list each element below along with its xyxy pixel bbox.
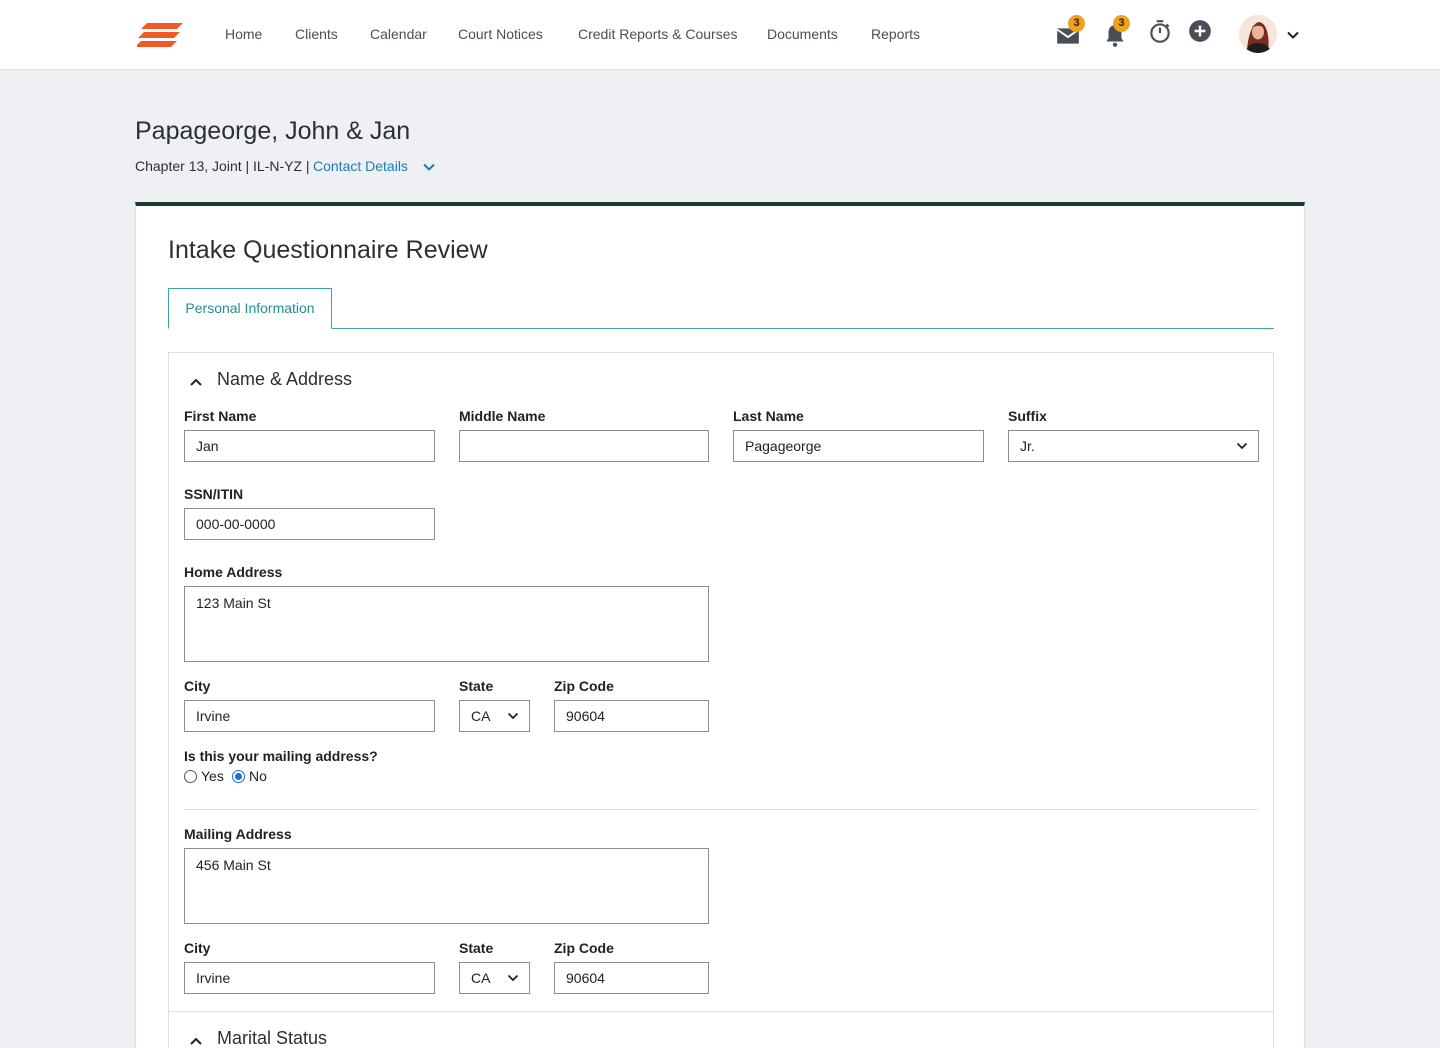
mailing-state-value: CA [471, 970, 491, 986]
nav-home[interactable]: Home [225, 26, 262, 42]
client-name: Papageorge, John & Jan [135, 117, 411, 145]
state-label: State [459, 678, 494, 694]
mailing-zip-label: Zip Code [554, 940, 614, 956]
chevron-down-icon [507, 712, 519, 720]
state-value: CA [471, 708, 491, 724]
chevron-down-icon [1236, 442, 1248, 450]
mailing-address-label: Mailing Address [184, 826, 292, 842]
suffix-value: Jr. [1020, 438, 1035, 454]
mailing-question-label: Is this your mailing address? [184, 748, 378, 764]
nav-credit-reports-courses[interactable]: Credit Reports & Courses [578, 26, 738, 42]
suffix-select[interactable]: Jr. [1008, 430, 1259, 462]
add-circle-icon[interactable] [1187, 18, 1213, 44]
section-title: Name & Address [217, 369, 353, 389]
mailing-yes-radio[interactable] [184, 770, 197, 783]
mailing-city-label: City [184, 940, 211, 956]
mailing-address-input[interactable]: 456 Main St [184, 848, 709, 924]
tab-personal-information[interactable]: Personal Information [168, 288, 332, 329]
brand-logo-icon[interactable] [137, 21, 185, 49]
nav-court-notices[interactable]: Court Notices [458, 26, 543, 42]
chevron-up-icon [190, 1037, 202, 1045]
mailing-city-input[interactable] [184, 962, 435, 994]
no-label: No [249, 768, 267, 784]
mailing-zip-input[interactable] [554, 962, 709, 994]
suffix-label: Suffix [1008, 408, 1047, 424]
intake-review-card: Intake Questionnaire Review Personal Inf… [135, 202, 1305, 1048]
zip-label: Zip Code [554, 678, 614, 694]
avatar-portrait-icon [1239, 15, 1277, 53]
mail-badge: 3 [1068, 15, 1085, 32]
home-address-label: Home Address [184, 564, 283, 580]
notification-badge: 3 [1113, 15, 1130, 32]
client-case-meta: Chapter 13, Joint | IL-N-YZ | [135, 158, 310, 174]
city-input[interactable] [184, 700, 435, 732]
user-avatar[interactable] [1239, 15, 1277, 53]
mailing-no-radio[interactable] [232, 770, 245, 783]
top-navigation: Home Clients Calendar Court Notices Cred… [0, 0, 1440, 70]
mailing-state-label: State [459, 940, 494, 956]
home-address-input[interactable]: 123 Main St [184, 586, 709, 662]
tabs-underline [168, 328, 1274, 329]
mailing-state-select[interactable]: CA [459, 962, 530, 994]
name-address-section: Name & Address First Name Middle Name La… [168, 352, 1274, 1012]
first-name-label: First Name [184, 408, 257, 424]
ssn-input[interactable] [184, 508, 435, 540]
contact-details-chevron-down-icon[interactable] [421, 159, 437, 175]
chevron-up-icon [190, 378, 202, 386]
stopwatch-icon[interactable] [1147, 19, 1173, 45]
middle-name-label: Middle Name [459, 408, 546, 424]
ssn-label: SSN/ITIN [184, 486, 244, 502]
last-name-label: Last Name [733, 408, 804, 424]
card-title: Intake Questionnaire Review [168, 236, 488, 264]
nav-clients[interactable]: Clients [295, 26, 338, 42]
last-name-input[interactable] [733, 430, 984, 462]
city-label: City [184, 678, 211, 694]
chevron-down-icon [507, 974, 519, 982]
section-divider [184, 809, 1258, 810]
nav-documents[interactable]: Documents [767, 26, 838, 42]
section-title: Marital Status [217, 1028, 328, 1048]
account-menu-chevron-down-icon[interactable] [1285, 27, 1301, 43]
first-name-input[interactable] [184, 430, 435, 462]
nav-calendar[interactable]: Calendar [370, 26, 427, 42]
state-select[interactable]: CA [459, 700, 530, 732]
contact-details-link[interactable]: Contact Details [313, 158, 408, 174]
marital-status-section: Marital Status [168, 1011, 1274, 1048]
nav-reports[interactable]: Reports [871, 26, 920, 42]
yes-label: Yes [201, 768, 224, 784]
zip-input[interactable] [554, 700, 709, 732]
middle-name-input[interactable] [459, 430, 709, 462]
